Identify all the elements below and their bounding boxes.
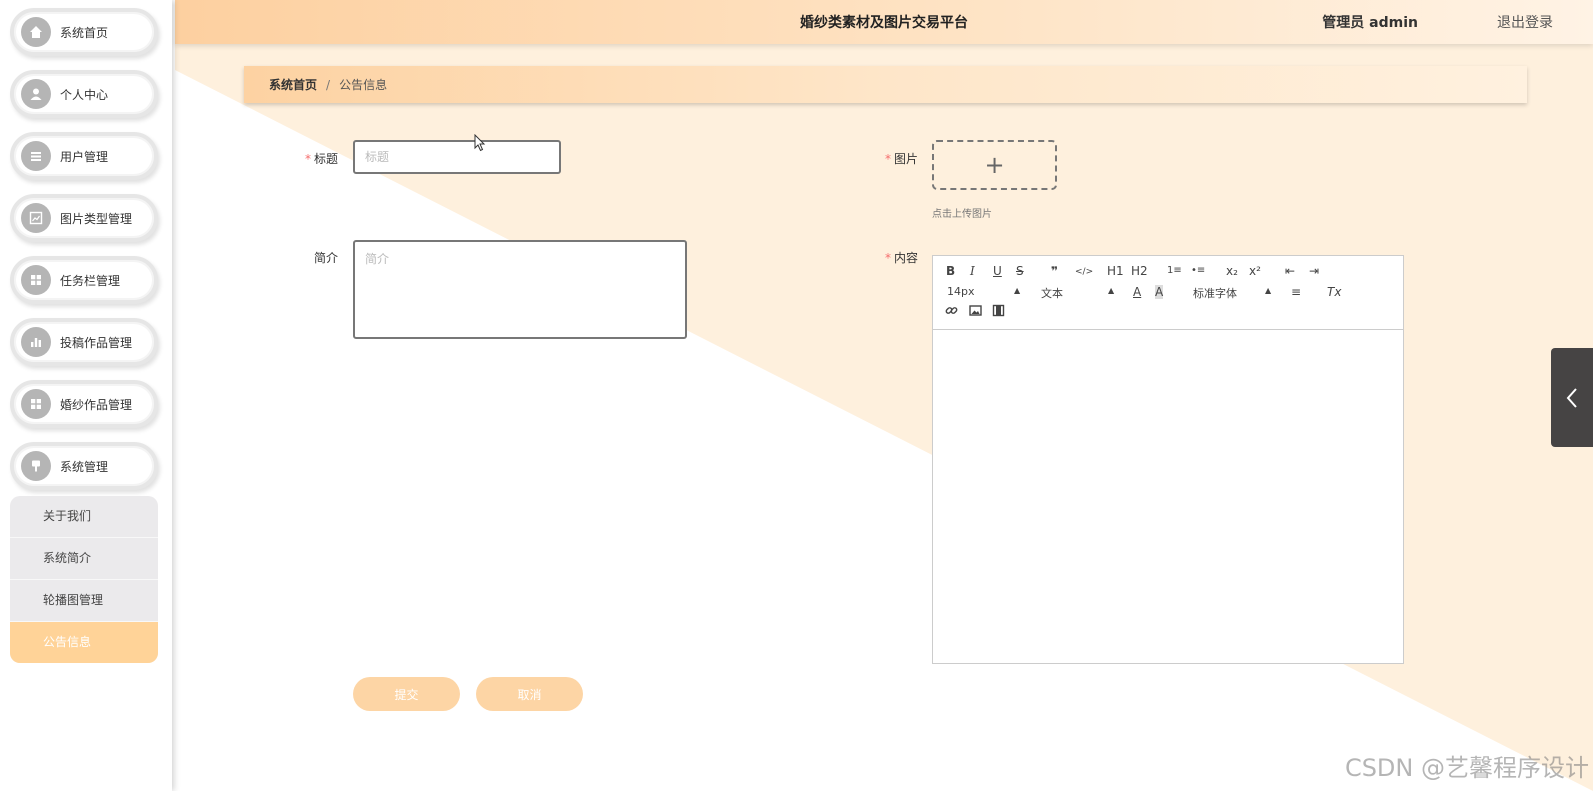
summary-label: 简介 (313, 251, 338, 265)
required-mark: * (304, 152, 311, 166)
top-header: 婚纱类素材及图片交易平台 管理员 admin 退出登录 (175, 0, 1593, 44)
image-icon (969, 305, 982, 316)
h1-button[interactable]: H1 (1107, 264, 1124, 278)
chevron-updown-icon: ▲ (1108, 286, 1115, 295)
font-size-select[interactable]: 14px ▲ (947, 285, 1022, 298)
collapse-handle[interactable] (1551, 348, 1593, 447)
sidebar-item-image-types[interactable]: 图片类型管理 (10, 194, 158, 242)
sidebar-item-submissions[interactable]: 投稿作品管理 (10, 318, 158, 366)
cancel-button[interactable]: 取消 (476, 677, 583, 711)
mouse-cursor-icon (474, 134, 486, 152)
system-submenu: 关于我们 系统简介 轮播图管理 公告信息 (10, 496, 158, 663)
submenu-item-notice[interactable]: 公告信息 (10, 622, 158, 663)
video-icon (992, 304, 1005, 317)
list-icon (21, 141, 51, 171)
video-button[interactable] (992, 304, 1005, 320)
font-color-button[interactable]: A (1133, 285, 1141, 299)
admin-info: 管理员 admin (1322, 15, 1418, 31)
sidebar-item-wedding-works[interactable]: 婚纱作品管理 (10, 380, 158, 428)
sidebar-item-label: 投稿作品管理 (60, 335, 133, 350)
breadcrumb-current: 公告信息 (339, 78, 388, 92)
required-mark: * (884, 152, 891, 166)
sidebar-item-taskbar[interactable]: 任务栏管理 (10, 256, 158, 304)
sidebar-item-label: 系统首页 (60, 25, 109, 40)
submenu-item-carousel[interactable]: 轮播图管理 (10, 580, 158, 622)
user-icon (21, 79, 51, 109)
sidebar-item-users[interactable]: 用户管理 (10, 132, 158, 180)
image-upload-button[interactable]: + (932, 140, 1057, 190)
image-label: * 图片 (884, 152, 918, 166)
sidebar-item-label: 系统管理 (60, 459, 109, 474)
strike-button[interactable]: S (1016, 264, 1024, 278)
editor-content-area[interactable] (933, 330, 1403, 663)
link-icon (945, 307, 958, 314)
home-icon (21, 17, 51, 47)
sidebar-item-label: 婚纱作品管理 (60, 397, 133, 412)
image-button[interactable] (969, 304, 982, 320)
title-label: * 标题 (304, 152, 338, 166)
logout-link[interactable]: 退出登录 (1497, 12, 1553, 32)
submit-button[interactable]: 提交 (353, 677, 460, 711)
pin-icon (21, 451, 51, 481)
grid-icon (21, 265, 51, 295)
underline-button[interactable]: U (993, 264, 1002, 278)
italic-button[interactable]: I (970, 264, 975, 278)
chevron-left-icon (1566, 387, 1577, 408)
editor-toolbar: B I U S ❞ </> H1 H2 1≡ •≡ x₂ x² ⇤ ⇥ 14px… (933, 256, 1403, 330)
upload-tip: 点击上传图片 (932, 209, 992, 220)
quote-button[interactable]: ❞ (1051, 264, 1058, 278)
summary-textarea[interactable] (353, 240, 687, 339)
ordered-list-button[interactable]: 1≡ (1167, 264, 1182, 278)
align-button[interactable]: ≡ (1291, 285, 1301, 299)
sidebar-item-label: 个人中心 (60, 87, 109, 102)
indent-button[interactable]: ⇥ (1309, 264, 1319, 278)
sidebar-item-profile[interactable]: 个人中心 (10, 70, 158, 118)
chevron-updown-icon: ▲ (1014, 286, 1021, 295)
link-button[interactable] (945, 304, 958, 322)
sidebar-item-label: 图片类型管理 (60, 211, 133, 226)
sidebar: 系统首页 个人中心 用户管理 图片类型管理 任务栏管理 投稿作品管理 婚纱作品管… (0, 0, 172, 791)
superscript-button[interactable]: x² (1249, 264, 1261, 278)
bold-button[interactable]: B (946, 264, 955, 278)
sidebar-item-label: 任务栏管理 (60, 273, 121, 288)
rich-text-editor: B I U S ❞ </> H1 H2 1≡ •≡ x₂ x² ⇤ ⇥ 14px… (932, 255, 1404, 664)
code-button[interactable]: </> (1075, 265, 1093, 279)
subscript-button[interactable]: x₂ (1226, 264, 1238, 278)
bar-chart-icon (21, 327, 51, 357)
required-mark: * (884, 251, 891, 265)
bullet-list-button[interactable]: •≡ (1191, 264, 1205, 278)
content-label: * 内容 (884, 251, 918, 265)
outdent-button[interactable]: ⇤ (1285, 264, 1295, 278)
watermark: CSDN @艺馨程序设计 (1344, 754, 1589, 782)
submenu-item-about[interactable]: 关于我们 (10, 496, 158, 538)
chart-icon (21, 203, 51, 233)
chevron-updown-icon: ▲ (1265, 286, 1272, 295)
clean-format-button[interactable]: Tx (1327, 285, 1341, 299)
title-input[interactable] (353, 140, 561, 174)
header-select[interactable]: 文本 ▲ (1041, 285, 1116, 301)
breadcrumb-home[interactable]: 系统首页 (269, 76, 317, 93)
font-family-select[interactable]: 标准字体 ▲ (1193, 285, 1273, 301)
sidebar-item-system[interactable]: 系统管理 (10, 442, 158, 490)
grid-icon (21, 389, 51, 419)
breadcrumb: 系统首页 / 公告信息 (244, 66, 1527, 103)
breadcrumb-separator: / (326, 77, 331, 92)
sidebar-item-home[interactable]: 系统首页 (10, 8, 158, 56)
background-color-button[interactable]: A (1155, 285, 1164, 299)
sidebar-item-label: 用户管理 (60, 149, 109, 164)
h2-button[interactable]: H2 (1131, 264, 1148, 278)
plus-icon: + (984, 151, 1005, 179)
submenu-item-intro[interactable]: 系统简介 (10, 538, 158, 580)
